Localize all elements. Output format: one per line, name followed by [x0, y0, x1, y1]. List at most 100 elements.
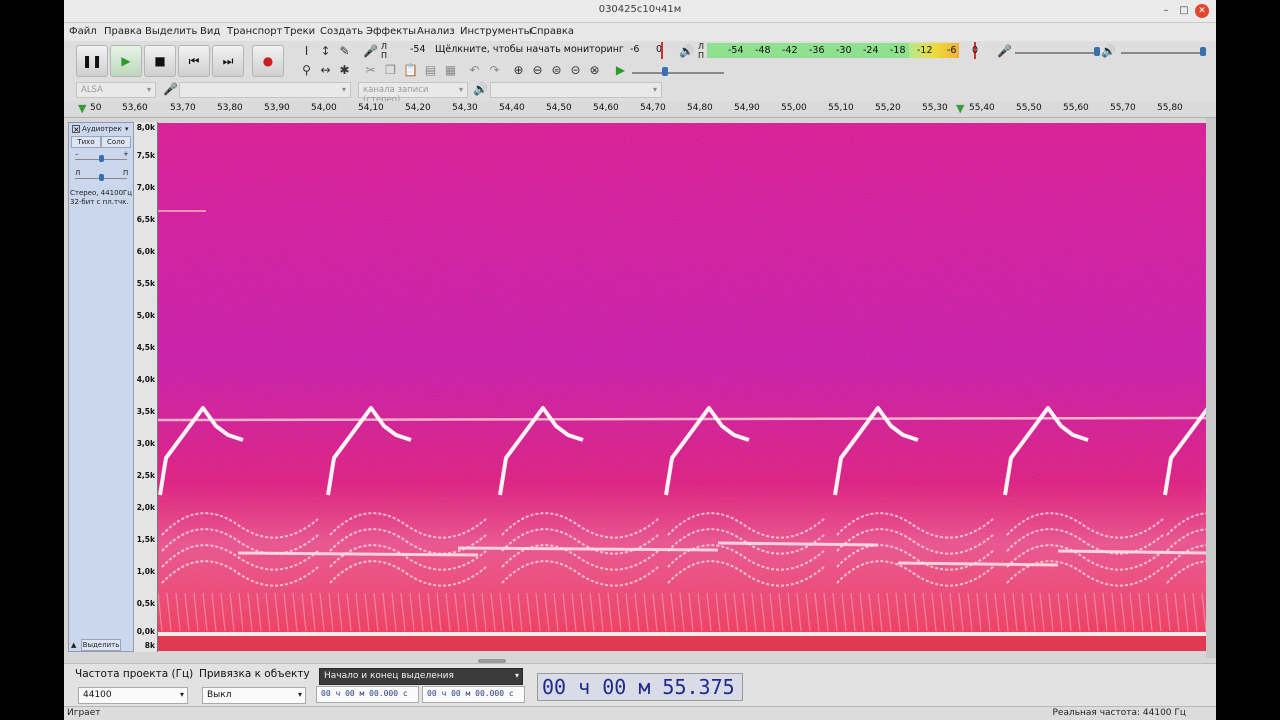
menu-transport[interactable]: Транспорт	[227, 26, 282, 37]
status-text: Играет	[67, 708, 101, 718]
record-device-select[interactable]: ▾	[179, 82, 351, 98]
zoom-in-icon[interactable]: ⊕	[510, 62, 527, 79]
menu-edit[interactable]: Правка	[104, 26, 142, 37]
title-bar: 030425с10ч41м – □ ✕	[64, 0, 1216, 23]
play-at-speed-icon[interactable]: ▶	[612, 62, 629, 79]
audio-host-value: ALSA	[81, 85, 103, 95]
trim-icon[interactable]: ▤	[422, 62, 439, 79]
menu-view[interactable]: Вид	[200, 26, 220, 37]
audio-host-select[interactable]: ALSA ▾	[76, 82, 156, 98]
paste-icon[interactable]: 📋	[402, 62, 419, 79]
ruler-tick: 55,10	[828, 103, 854, 113]
zoom-tool-icon[interactable]: ⚲	[298, 62, 315, 79]
menu-tracks[interactable]: Треки	[284, 26, 315, 37]
collapse-icon[interactable]: ▲	[71, 641, 76, 649]
play-head-end-icon[interactable]: ▼	[956, 102, 964, 115]
timeline-ruler[interactable]: ▼ ▼ 50 53,60 53,70 53,80 53,90 54,00 54,10 54,2…	[64, 101, 1216, 118]
undo-icon[interactable]: ↶	[466, 62, 483, 79]
play-scale-36: -36	[809, 45, 825, 56]
selection-mode-select[interactable]: Начало и конец выделения ▾	[319, 668, 523, 685]
gain-plus-label: +	[123, 150, 129, 158]
play-speed-knob[interactable]	[662, 67, 668, 76]
audacity-window: 030425с10ч41м – □ ✕ Файл Правка Выделить…	[64, 0, 1216, 720]
project-rate-select[interactable]: 44100 ▾	[78, 687, 188, 704]
stop-button[interactable]: ■	[144, 45, 176, 77]
record-meter-mic-icon[interactable]: 🎤	[362, 43, 379, 60]
play-button[interactable]: ▶	[110, 45, 142, 77]
ruler-tick: 55,60	[1063, 103, 1089, 113]
freq-label: 5,0k	[136, 311, 155, 320]
redo-icon[interactable]: ↷	[486, 62, 503, 79]
ruler-tick: 54,50	[546, 103, 572, 113]
fit-selection-icon[interactable]: ⊜	[548, 62, 565, 79]
draw-tool-icon[interactable]: ✎	[336, 43, 353, 60]
fit-project-icon[interactable]: ⊝	[567, 62, 584, 79]
skip-start-button[interactable]: ⏮	[178, 45, 210, 77]
playback-volume-knob[interactable]	[1200, 47, 1206, 56]
silence-icon[interactable]: ▦	[442, 62, 459, 79]
play-head-start-icon[interactable]: ▼	[78, 102, 86, 115]
frequency-axis: 8,0k 7,5k 7,0k 6,5k 6,0k 5,5k 5,0k 4,5k 4,0k 3,5k…	[134, 122, 158, 652]
select-track-button[interactable]: Выделить	[81, 639, 121, 651]
pan-knob[interactable]	[99, 174, 104, 181]
record-meter-prompt[interactable]: Щёлкните, чтобы начать мониторинг	[435, 44, 624, 55]
play-speed-slider[interactable]	[632, 72, 724, 74]
record-volume-slider[interactable]	[1015, 52, 1100, 54]
ruler-tick: 55,50	[1016, 103, 1042, 113]
cut-icon[interactable]: ✂	[362, 62, 379, 79]
play-scale-48: -48	[755, 45, 771, 56]
vertical-scrollbar[interactable]	[1206, 118, 1216, 658]
freq-label: 0,5k	[136, 599, 155, 608]
record-meter-start: -54	[410, 44, 426, 55]
solo-button[interactable]: Соло	[101, 136, 131, 148]
skip-end-button[interactable]: ⏭	[212, 45, 244, 77]
selection-start-value: 00 ч 00 м 00.000 с	[321, 689, 408, 698]
record-meter-mid: -6	[630, 44, 640, 55]
ruler-tick: 55,30	[922, 103, 948, 113]
window-title: 030425с10ч41м	[598, 4, 682, 15]
play-meter-speaker-icon[interactable]: 🔊	[678, 43, 695, 60]
project-rate-value: 44100	[83, 690, 112, 700]
minimize-icon[interactable]: –	[1159, 4, 1173, 18]
playback-device-select[interactable]: ▾	[490, 82, 662, 98]
menu-tools[interactable]: Инструменты	[460, 26, 532, 37]
zoom-out-icon[interactable]: ⊖	[529, 62, 546, 79]
selection-tool-icon[interactable]: I	[298, 43, 315, 60]
ruler-tick: 55,00	[781, 103, 807, 113]
playback-volume-slider[interactable]	[1121, 52, 1206, 54]
record-button[interactable]: ●	[252, 45, 284, 77]
track-menu-chevron-icon[interactable]: ▾	[125, 125, 129, 133]
record-channels-select[interactable]: канала записи (стерео) ▾	[358, 82, 468, 105]
actual-rate-text: Реальная частота: 44100 Гц	[1052, 708, 1187, 718]
track-close-icon[interactable]: ×	[72, 125, 80, 134]
multi-tool-icon[interactable]: ✱	[336, 62, 353, 79]
close-icon[interactable]: ✕	[1195, 4, 1209, 18]
menu-file[interactable]: Файл	[69, 26, 97, 37]
low-tone-line	[1057, 549, 1206, 555]
envelope-tool-icon[interactable]: ↕	[317, 43, 334, 60]
pause-button[interactable]: ❚❚	[76, 45, 108, 77]
freq-label: 2,0k	[136, 503, 155, 512]
menu-select[interactable]: Выделить	[145, 26, 197, 37]
ruler-tick: 50	[90, 103, 102, 113]
maximize-icon[interactable]: □	[1177, 4, 1191, 18]
menu-analyze[interactable]: Анализ	[417, 26, 455, 37]
selection-end-field[interactable]: 00 ч 00 м 00.000 с	[422, 686, 525, 703]
track-name[interactable]: Аудиотрек	[82, 125, 122, 133]
zoom-toggle-icon[interactable]: ⊗	[586, 62, 603, 79]
copy-icon[interactable]: ❐	[382, 62, 399, 79]
audio-position-display[interactable]: 00 ч 00 м 55.375 с	[537, 673, 743, 720]
ruler-tick: 53,70	[170, 103, 196, 113]
selection-start-field[interactable]: 00 ч 00 м 00.000 с	[316, 686, 419, 703]
play-scale-0: 0	[972, 45, 979, 56]
menu-generate[interactable]: Создать	[320, 26, 363, 37]
ruler-tick: 54,40	[499, 103, 525, 113]
low-tone-line	[897, 561, 1059, 567]
menu-effects[interactable]: Эффекты	[366, 26, 416, 37]
mute-button[interactable]: Тихо	[71, 136, 101, 148]
spectrogram[interactable]	[158, 123, 1206, 651]
snap-select[interactable]: Выкл ▾	[202, 687, 306, 704]
timeshift-tool-icon[interactable]: ↔	[317, 62, 334, 79]
gain-knob[interactable]	[99, 155, 104, 162]
menu-help[interactable]: Справка	[530, 26, 574, 37]
